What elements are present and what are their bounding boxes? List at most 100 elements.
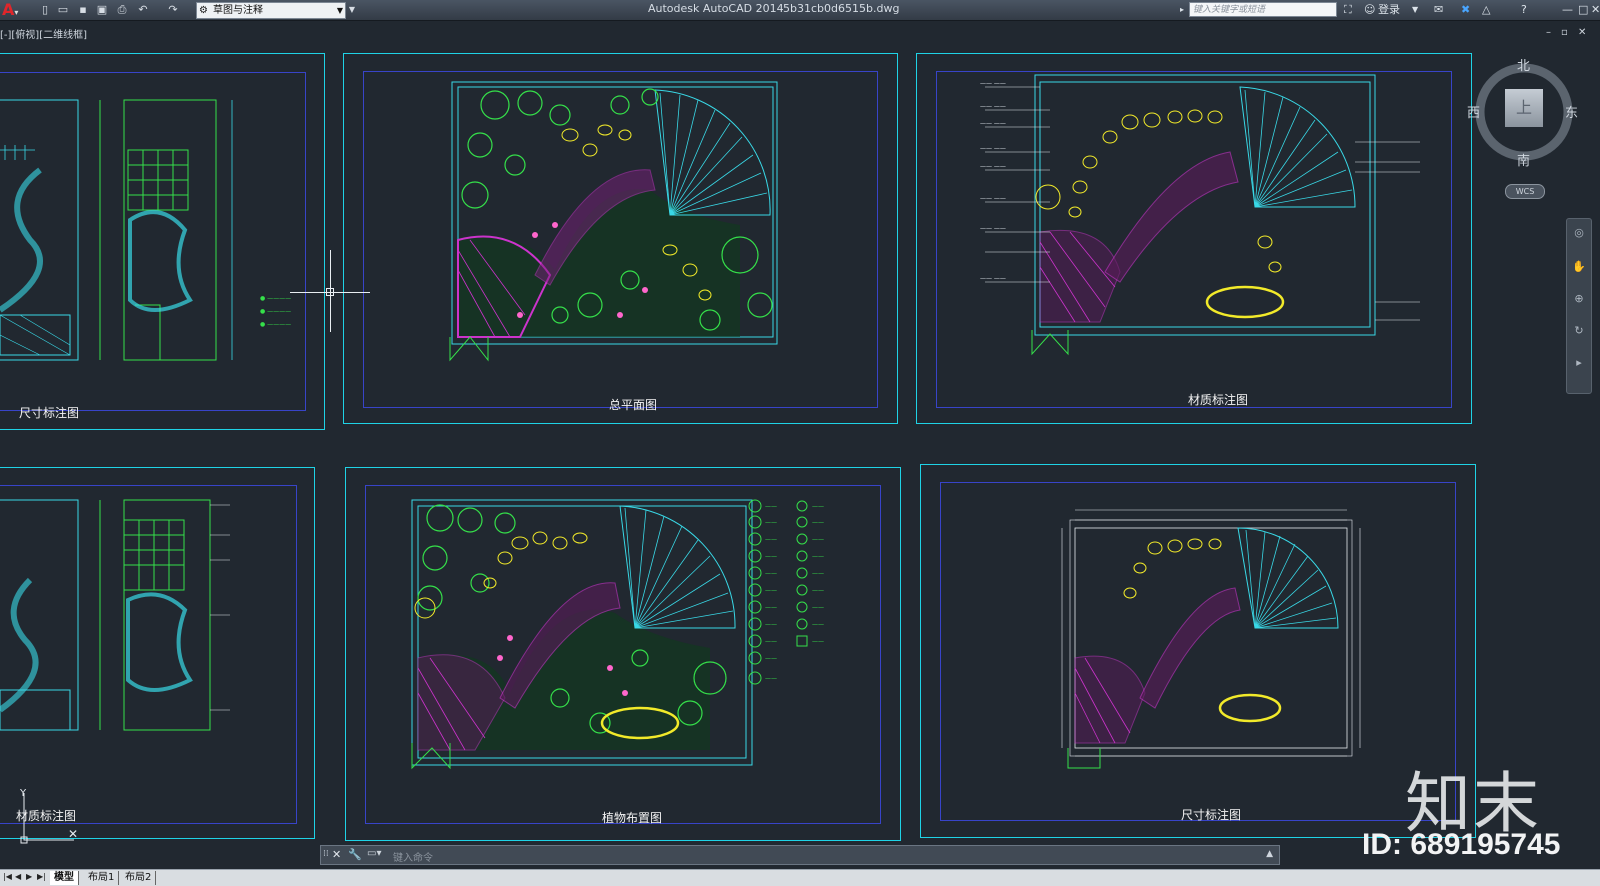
sheet-title: 植物布置图 xyxy=(602,811,663,825)
redo-icon[interactable]: ↷ xyxy=(166,3,180,16)
svg-text:—— ——: —— —— xyxy=(980,80,1006,87)
svg-text:Y: Y xyxy=(19,788,27,799)
svg-text:——: —— xyxy=(812,536,824,543)
last-tab-icon[interactable]: ▶| xyxy=(37,872,46,881)
expand-search-icon[interactable]: ▸ xyxy=(1180,3,1184,16)
open-folder-icon[interactable]: ▭ xyxy=(56,3,70,16)
svg-text:——: —— xyxy=(812,570,824,577)
title-bar: A▾ ▯ ▭ ▪ ▣ ⎙ ↶ ↷ ⚙ 草图与注释 ▼ ▼ Autodesk Au… xyxy=(0,0,1600,21)
save-icon[interactable]: ▪ xyxy=(76,3,90,16)
viewcube-west[interactable]: 西 xyxy=(1467,102,1480,121)
search-input[interactable]: 键入关键字或短语 xyxy=(1189,2,1337,17)
svg-text:——: —— xyxy=(765,638,777,645)
prev-tab-icon[interactable]: ◀ xyxy=(15,872,21,881)
workspace-dropdown[interactable]: ⚙ 草图与注释 ▼ xyxy=(196,2,346,19)
svg-text:——: —— xyxy=(765,503,777,510)
crosshair-pickbox xyxy=(326,288,334,296)
tab-layout1[interactable]: 布局1 xyxy=(84,871,120,885)
svg-text:—— ——: —— —— xyxy=(980,163,1006,170)
tab-model[interactable]: 模型 xyxy=(50,871,79,885)
help-icon[interactable]: ? xyxy=(1521,3,1527,16)
viewport-label[interactable]: [-][俯视][二维线框] xyxy=(0,26,87,41)
steering-wheel-icon[interactable]: ◎ xyxy=(1571,225,1587,241)
viewcube-north[interactable]: 北 xyxy=(1517,55,1530,74)
maximize-icon[interactable]: □ xyxy=(1578,3,1588,16)
user-icon[interactable]: ☺ xyxy=(1364,3,1375,16)
material-plan-drawing-2 xyxy=(0,499,230,731)
tab-layout2[interactable]: 布局2 xyxy=(121,871,157,885)
pan-icon[interactable]: ✋ xyxy=(1571,259,1587,275)
navigation-bar: ◎ ✋ ⊕ ↻ ▸ xyxy=(1566,218,1592,394)
svg-text:——: —— xyxy=(812,587,824,594)
customize-wrench-icon[interactable]: 🔧 xyxy=(348,848,362,861)
svg-text:——: —— xyxy=(765,553,777,560)
viewcube-top-face[interactable]: 上 xyxy=(1505,89,1543,127)
watermark-id: ID: 689195745 xyxy=(1362,828,1561,861)
svg-text:——: —— xyxy=(765,536,777,543)
binoculars-icon[interactable]: ⛶ xyxy=(1344,3,1352,16)
close-icon[interactable]: ✕ xyxy=(1591,3,1600,16)
material-plan-drawing-1: —— —— —— —— —— —— —— —— —— —— —— —— —— —— —— … xyxy=(980,74,1420,356)
svg-text:—— ——: —— —— xyxy=(980,120,1006,127)
svg-text:—— ——: —— —— xyxy=(980,145,1006,152)
svg-text:—— ——: —— —— xyxy=(980,195,1006,202)
viewcube-east[interactable]: 东 xyxy=(1565,102,1578,121)
gear-icon: ⚙ xyxy=(199,5,208,16)
print-icon[interactable]: ⎙ xyxy=(115,3,129,16)
undo-icon[interactable]: ↶ xyxy=(136,3,150,16)
svg-text:——: —— xyxy=(765,519,777,526)
sheet-title: 尺寸标注图 xyxy=(19,406,80,420)
login-link[interactable]: 登录 xyxy=(1378,3,1400,16)
viewcube-south[interactable]: 南 xyxy=(1517,150,1530,169)
sheet-title: 尺寸标注图 xyxy=(1181,808,1242,822)
svg-text:● ————: ● ———— xyxy=(260,295,291,302)
svg-text:——: —— xyxy=(765,587,777,594)
svg-text:——: —— xyxy=(765,675,777,682)
command-history-up-icon[interactable]: ▲ xyxy=(1266,849,1273,859)
app-title: Autodesk AutoCAD 2014 xyxy=(648,2,784,15)
svg-text:—— ——: —— —— xyxy=(980,225,1006,232)
showmotion-icon[interactable]: ▸ xyxy=(1571,355,1587,371)
first-tab-icon[interactable]: |◀ xyxy=(3,872,12,881)
drawing-minimize-icon[interactable]: – xyxy=(1546,27,1551,38)
zoom-extents-icon[interactable]: ⊕ xyxy=(1571,291,1587,307)
svg-text:——: —— xyxy=(812,503,824,510)
svg-text:——: —— xyxy=(765,655,777,662)
wcs-menu[interactable]: WCS xyxy=(1505,184,1545,199)
command-input[interactable]: 键入命令 xyxy=(393,849,433,864)
exchange-apps-icon[interactable]: ✉ xyxy=(1434,3,1443,16)
svg-text:—— ——: —— —— xyxy=(980,103,1006,110)
svg-text:——: —— xyxy=(812,519,824,526)
save-as-icon[interactable]: ▣ xyxy=(95,3,109,16)
command-line: ⁞⁞ ✕ 🔧 ▭▾ 键入命令 ▲ xyxy=(320,845,1280,865)
file-name: 5b31cb0d6515b.dwg xyxy=(783,2,900,15)
drawing-restore-icon[interactable]: ▫ xyxy=(1561,27,1568,38)
orbit-icon[interactable]: ↻ xyxy=(1571,323,1587,339)
layout-tab-bar: |◀ ◀ ▶ ▶| 模型 布局1 布局2 xyxy=(0,869,1600,886)
autocad-logo-icon[interactable]: A▾ xyxy=(2,1,32,19)
sheet-title: 材质标注图 xyxy=(1188,393,1249,407)
master-plan-drawing xyxy=(449,81,778,362)
svg-text:——: —— xyxy=(812,638,824,645)
workspace-label: 草图与注释 xyxy=(213,5,263,16)
login-dropdown-icon[interactable]: ▼ xyxy=(1412,3,1418,16)
svg-text:● ————: ● ———— xyxy=(260,321,291,328)
grip-handle-icon[interactable]: ⁞⁞ xyxy=(323,849,329,859)
svg-text:——: —— xyxy=(812,604,824,611)
svg-text:● ————: ● ———— xyxy=(260,308,291,315)
new-file-icon[interactable]: ▯ xyxy=(38,3,52,16)
svg-text:—— ——: —— —— xyxy=(980,275,1006,282)
svg-text:——: —— xyxy=(765,604,777,611)
customize-toolbar-icon[interactable]: ▼ xyxy=(345,3,359,16)
sheet-title: 总平面图 xyxy=(609,398,658,412)
command-close-icon[interactable]: ✕ xyxy=(332,848,341,861)
stay-connected-icon[interactable]: △ xyxy=(1482,3,1490,16)
autodesk-exchange-icon[interactable]: ✖ xyxy=(1461,3,1470,16)
recent-commands-icon[interactable]: ▭▾ xyxy=(367,848,381,859)
next-tab-icon[interactable]: ▶ xyxy=(26,872,32,881)
svg-text:——: —— xyxy=(765,621,777,628)
dimension-plan-drawing-2 xyxy=(1061,509,1361,769)
drawing-close-icon[interactable]: ✕ xyxy=(1578,27,1586,38)
svg-text:——: —— xyxy=(765,570,777,577)
minimize-icon[interactable]: — xyxy=(1562,3,1573,16)
